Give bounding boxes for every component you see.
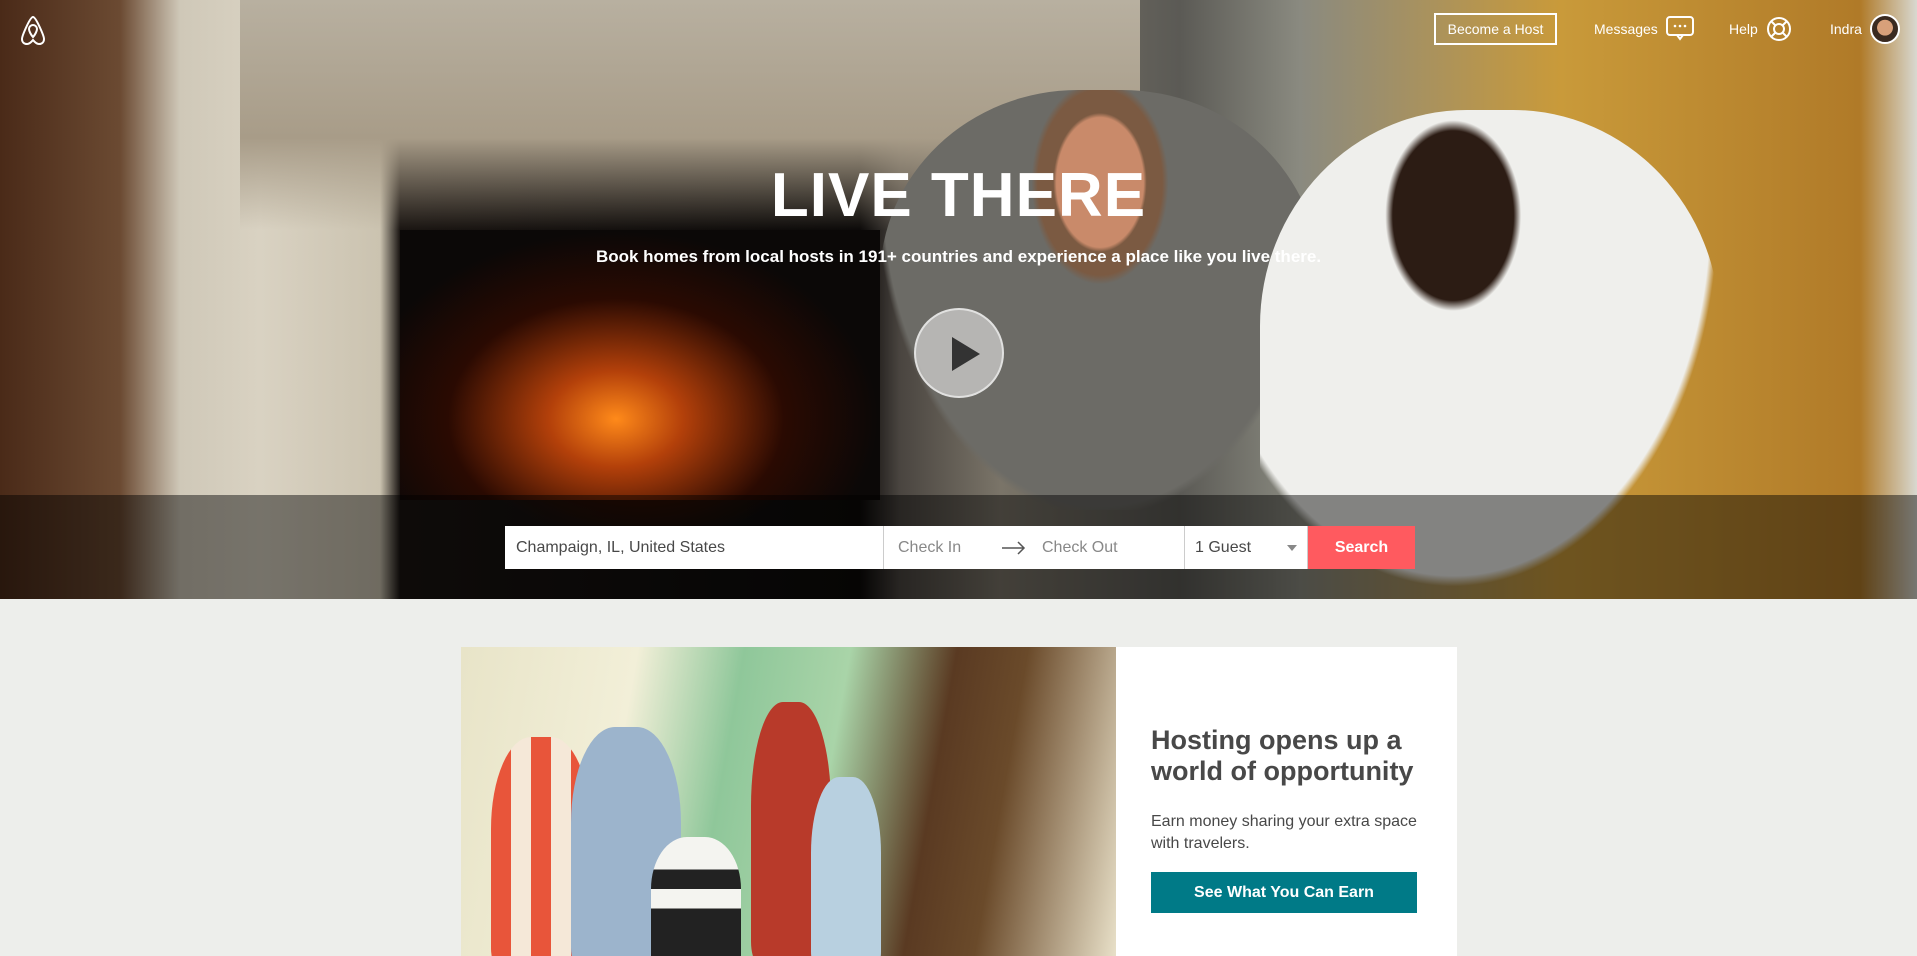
hero-subtitle: Book homes from local hosts in 191+ coun… [595,247,1322,266]
arrow-right-icon [1002,540,1026,555]
date-range: Check In Check Out [884,526,1185,569]
guests-select[interactable]: 1 Guest [1185,526,1308,569]
hosting-body: Earn money sharing your extra space with… [1151,813,1417,852]
hero-photo-fireplace [400,230,880,500]
play-video-button[interactable] [914,308,1004,398]
hosting-heading: Hosting opens up a world of opportunity [1151,725,1414,786]
header: Become a Host Messages Help Indra [0,0,1917,60]
airbnb-logo-icon[interactable] [18,14,48,46]
become-host-button[interactable]: Become a Host [1434,13,1557,45]
search-bar: Champaign, IL, United States Check In Ch… [505,526,1415,569]
see-what-you-can-earn-button[interactable]: See What You Can Earn [1151,872,1417,913]
check-out-input[interactable]: Check Out [1042,539,1118,557]
hosting-photo [461,647,1116,956]
user-name: Indra [1830,21,1862,37]
avatar [1869,14,1900,44]
hosting-text: Hosting opens up a world of opportunity … [1151,725,1431,855]
messages-label: Messages [1594,21,1658,37]
hero [0,0,1917,599]
messages-link[interactable]: Messages [1594,13,1694,45]
check-in-input[interactable]: Check In [898,539,1002,557]
hero-photo-person [880,90,1320,510]
chat-bubble-icon [1665,16,1694,41]
help-label: Help [1729,21,1758,37]
lifebuoy-icon [1766,17,1791,41]
search-button[interactable]: Search [1308,526,1415,569]
help-link[interactable]: Help [1729,13,1792,45]
user-menu[interactable]: Indra [1830,13,1900,45]
hero-title: LIVE THERE [770,161,1147,230]
guests-value: 1 Guest [1195,538,1252,556]
hosting-card: Hosting opens up a world of opportunity … [461,647,1457,956]
caret-down-icon [1287,544,1297,551]
location-input[interactable]: Champaign, IL, United States [505,526,884,569]
